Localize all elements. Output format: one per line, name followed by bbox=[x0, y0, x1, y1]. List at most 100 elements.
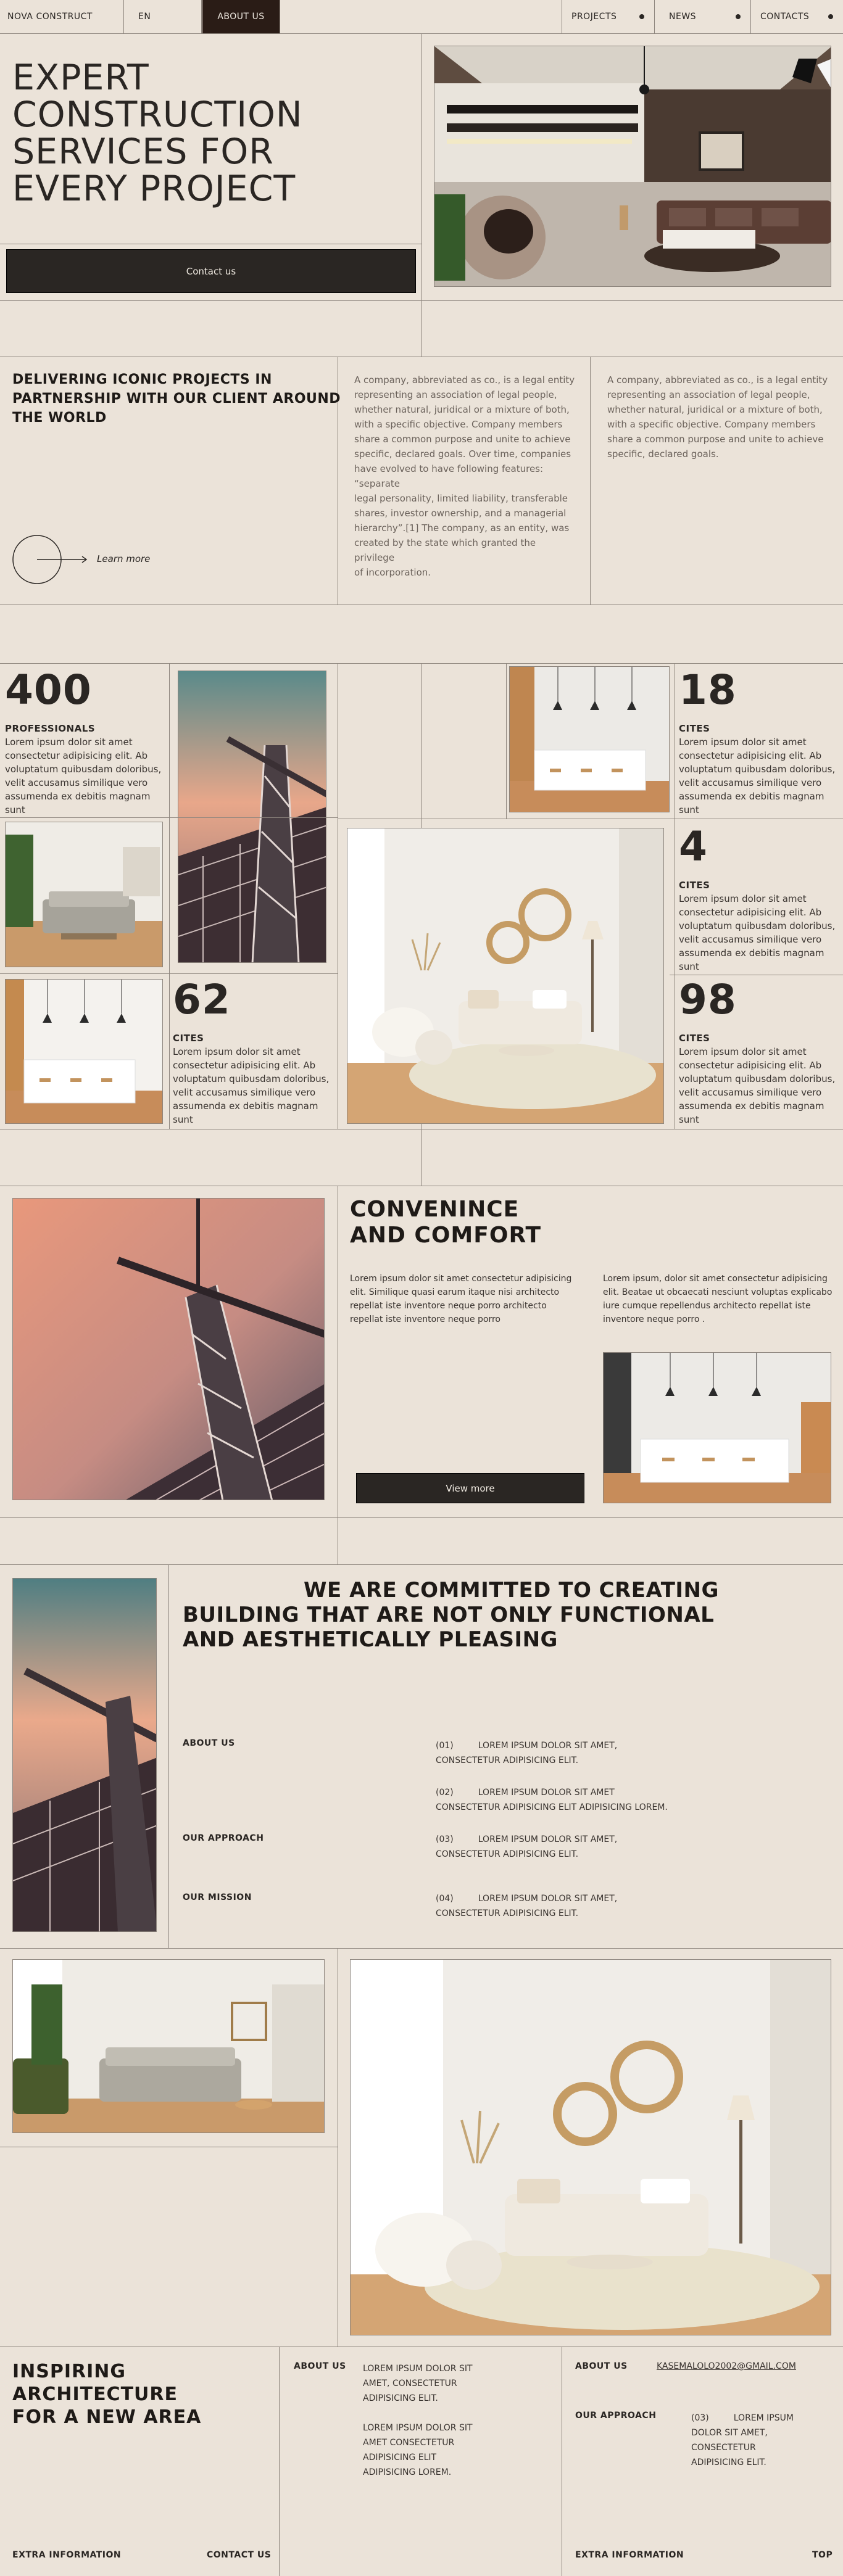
stat-number: 18 bbox=[679, 666, 737, 714]
view-more-button[interactable]: View more bbox=[356, 1473, 584, 1503]
hero-title-line: EVERY PROJECT bbox=[12, 168, 296, 209]
footer-text-line: ADIPISICING ELIT. bbox=[363, 2393, 438, 2403]
stat-text-line: consectetur adipisicing elit. Ab bbox=[679, 907, 822, 918]
stat-text-line: Lorem ipsum dolor sit amet bbox=[679, 737, 807, 748]
stat-text-line: Lorem ipsum dolor sit amet bbox=[5, 737, 133, 748]
commit-about-label: ABOUT US bbox=[183, 1738, 235, 1748]
kitchen-image-comfort bbox=[603, 1352, 831, 1503]
item-text: CONSECTETUR ADIPISICING ELIT ADIPISICING… bbox=[436, 1802, 668, 1812]
stat-text-line: voluptatum quibusdam doloribus, bbox=[5, 764, 162, 775]
intro-paragraph-2: A company, abbreviated as co., is a lega… bbox=[607, 373, 829, 461]
footer-text-line: LOREM IPSUM DOLOR SIT bbox=[363, 2423, 473, 2433]
stat-text-line: consectetur adipisicing elit. Ab bbox=[679, 750, 822, 761]
hero-living-room-image bbox=[434, 46, 831, 287]
paragraph-line: legal personality, limited liability, tr… bbox=[354, 493, 568, 504]
intro-heading-line: PARTNERSHIP WITH OUR CLIENT AROUND bbox=[12, 391, 341, 407]
intro-heading-line: THE WORLD bbox=[12, 410, 107, 426]
nav-contacts[interactable]: CONTACTS bbox=[760, 0, 843, 33]
footer-title-line: FOR A NEW AREA bbox=[12, 2406, 202, 2428]
kitchen-image-small-left bbox=[5, 979, 163, 1124]
nav-about-label: ABOUT US bbox=[217, 12, 265, 22]
nav-contacts-label: CONTACTS bbox=[760, 12, 810, 22]
item-text: LOREM IPSUM DOLOR SIT AMET, bbox=[478, 1741, 618, 1751]
stat-number: 98 bbox=[679, 976, 737, 1023]
paragraph-line: created by the state which granted the p… bbox=[354, 537, 536, 563]
nav-news[interactable]: NEWS bbox=[669, 0, 750, 33]
view-more-label: View more bbox=[446, 1482, 495, 1494]
footer-text-a: LOREM IPSUM DOLOR SIT AMET, CONSECTETUR AD… bbox=[363, 2361, 473, 2406]
brand-logo[interactable]: NOVA CONSTRUCT bbox=[7, 0, 122, 33]
paragraph-line: repellat iste inventore neque porro arch… bbox=[350, 1301, 547, 1311]
footer-extra-info-link-2[interactable]: EXTRA INFORMATION bbox=[575, 2550, 684, 2560]
paragraph-line: A company, abbreviated as co., is a lega… bbox=[354, 374, 575, 386]
language-switch[interactable]: EN bbox=[138, 0, 200, 33]
footer-contact-link[interactable]: CONTACT US bbox=[207, 2550, 271, 2560]
paragraph-line: inventore neque porro . bbox=[603, 1315, 705, 1324]
stat-description: Lorem ipsum dolor sit amet consectetur ad… bbox=[5, 735, 165, 817]
commit-title: WE ARE COMMITTED TO CREATING BUILDING TH… bbox=[183, 1578, 719, 1652]
paragraph-line: share a common purpose and unite to achi… bbox=[607, 434, 824, 445]
comfort-title-line: CONVENINCE bbox=[350, 1197, 520, 1222]
stat-text-line: Lorem ipsum dolor sit amet bbox=[679, 893, 807, 904]
paragraph-line: representing an association of legal peo… bbox=[354, 389, 557, 400]
stat-description: Lorem ipsum dolor sit amet consectetur ad… bbox=[173, 1045, 333, 1126]
crane-image-small bbox=[178, 671, 326, 963]
footer-text-line: ADIPISICING LOREM. bbox=[363, 2467, 452, 2477]
paragraph-line: Lorem ipsum, dolor sit amet consectetur … bbox=[603, 1274, 828, 1284]
footer-extra-info-link[interactable]: EXTRA INFORMATION bbox=[12, 2550, 121, 2560]
hero-title: EXPERT CONSTRUCTION SERVICES FOR EVERY P… bbox=[12, 59, 303, 207]
nav-about-us[interactable]: ABOUT US bbox=[202, 0, 280, 33]
footer-about-label-2[interactable]: ABOUT US bbox=[575, 2361, 628, 2371]
nav-dot-icon bbox=[639, 14, 644, 19]
stat-text-line: assumenda ex debitis magnam sunt bbox=[5, 791, 151, 815]
stat-label: CITES bbox=[679, 723, 710, 734]
footer-approach-label[interactable]: OUR APPROACH bbox=[575, 2411, 656, 2421]
stat-text-line: Lorem ipsum dolor sit amet bbox=[679, 1046, 807, 1057]
paragraph-line: of incorporation. bbox=[354, 567, 431, 578]
paragraph-line: iure cumque repellendus architecto repel… bbox=[603, 1301, 811, 1311]
item-text: LOREM IPSUM DOLOR SIT AMET, bbox=[478, 1894, 618, 1904]
comfort-title: CONVENINCE AND COMFORT bbox=[350, 1197, 541, 1249]
stat-text-line: Lorem ipsum dolor sit amet bbox=[173, 1046, 301, 1057]
stat-text-line: velit accusamus similique vero bbox=[679, 1087, 822, 1098]
stat-label: PROFESSIONALS bbox=[5, 723, 96, 734]
footer-text-line: AMET CONSECTETUR bbox=[363, 2438, 455, 2448]
hero-title-line: EXPERT bbox=[12, 57, 149, 98]
intro-heading-line: DELIVERING ICONIC PROJECTS IN bbox=[12, 372, 272, 387]
stat-label: CITES bbox=[173, 1033, 204, 1044]
stat-text-line: consectetur adipisicing elit. Ab bbox=[173, 1060, 316, 1071]
footer-text-b: LOREM IPSUM DOLOR SIT AMET CONSECTETUR ADI… bbox=[363, 2421, 473, 2480]
kitchen-image-small-right bbox=[509, 666, 670, 812]
commit-item-03: (03) LOREM IPSUM DOLOR SIT AMET, CONSECTE… bbox=[436, 1832, 617, 1862]
stat-description: Lorem ipsum dolor sit amet consectetur ad… bbox=[679, 892, 839, 973]
item-number: (04) bbox=[436, 1894, 454, 1904]
stat-cities-18: 18 CITES Lorem ipsum dolor sit amet conse… bbox=[679, 670, 839, 817]
item-text: LOREM IPSUM DOLOR SIT AMET, bbox=[478, 1835, 618, 1844]
stat-text-line: velit accusamus similique vero bbox=[679, 934, 822, 945]
commit-item-02: (02) LOREM IPSUM DOLOR SIT AMET CONSECTET… bbox=[436, 1785, 668, 1815]
contact-us-label: Contact us bbox=[186, 265, 236, 277]
footer-title-line: ARCHITECTURE bbox=[12, 2384, 178, 2405]
stat-professionals: 400 PROFESSIONALS Lorem ipsum dolor sit … bbox=[5, 670, 165, 817]
stat-cities-98: 98 CITES Lorem ipsum dolor sit amet conse… bbox=[679, 980, 839, 1126]
contact-us-button[interactable]: Contact us bbox=[6, 249, 416, 293]
footer-email-link[interactable]: KASEMALOLO2002@GMAIL.COM bbox=[657, 2361, 796, 2371]
back-to-top-link[interactable]: TOP bbox=[812, 2550, 833, 2560]
item-text: LOREM IPSUM bbox=[733, 2413, 794, 2423]
paragraph-line: A company, abbreviated as co., is a lega… bbox=[607, 374, 828, 386]
brand-text: NOVA CONSTRUCT bbox=[7, 12, 93, 22]
nav-dot-icon bbox=[828, 14, 833, 19]
learn-more-label: Learn more bbox=[97, 553, 151, 564]
hero-title-line: CONSTRUCTION bbox=[12, 94, 303, 135]
stat-text-line: voluptatum quibusdam doloribus, bbox=[679, 764, 836, 775]
commit-item-01: (01) LOREM IPSUM DOLOR SIT AMET, CONSECTE… bbox=[436, 1738, 617, 1768]
paragraph-line: elit. Similique quasi earum itaque nisi … bbox=[350, 1287, 560, 1297]
nav-projects[interactable]: PROJECTS bbox=[571, 0, 654, 33]
item-text: ADIPISICING ELIT. bbox=[691, 2458, 766, 2467]
commit-title-line: WE ARE COMMITTED TO CREATING bbox=[304, 1578, 719, 1603]
nav-news-label: NEWS bbox=[669, 12, 697, 22]
paragraph-line: hierarchy”.[1] The company, as an entity… bbox=[354, 522, 570, 534]
commit-approach-label: OUR APPROACH bbox=[183, 1833, 264, 1843]
learn-more-link[interactable]: Learn more bbox=[12, 534, 154, 585]
footer-about-label[interactable]: ABOUT US bbox=[294, 2361, 346, 2371]
